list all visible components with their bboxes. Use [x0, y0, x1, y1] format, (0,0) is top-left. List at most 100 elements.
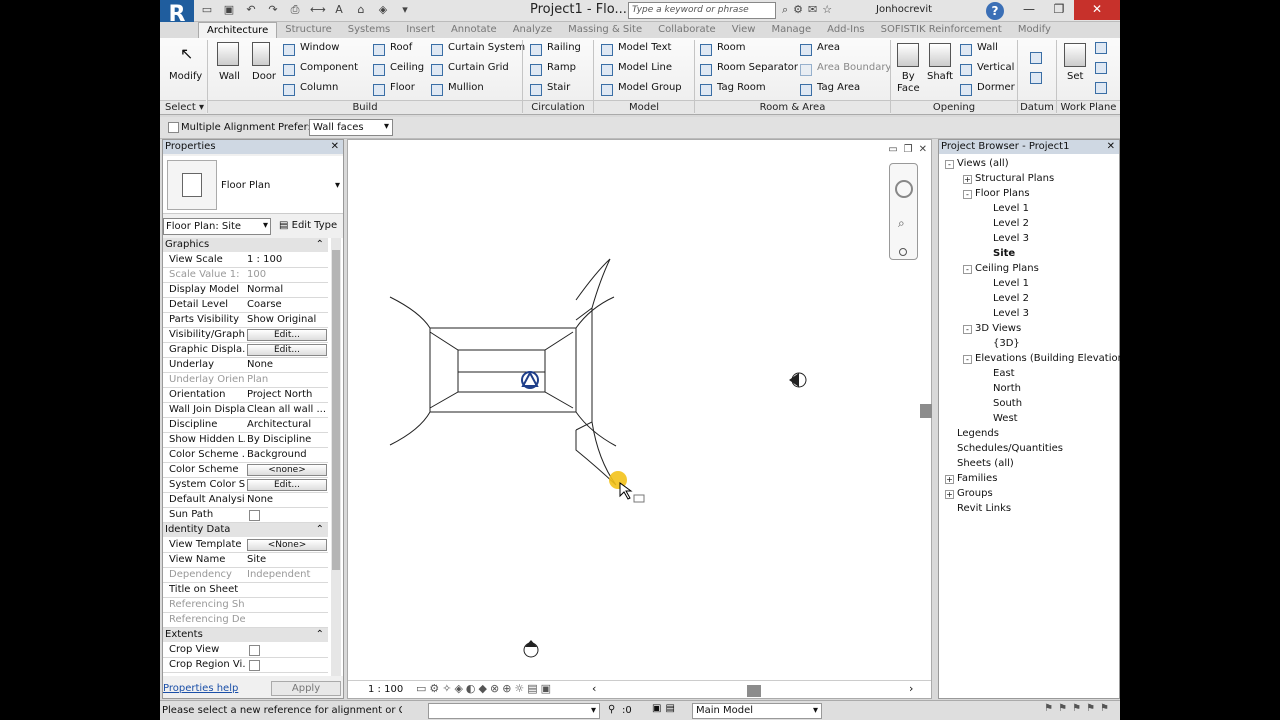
favorites-icon[interactable]: ☆ — [822, 3, 832, 17]
minimize-view-icon[interactable]: ▭ — [888, 144, 897, 155]
roof-button[interactable]: Roof — [390, 42, 412, 53]
tab-structure[interactable]: Structure — [277, 22, 340, 38]
component-button[interactable]: Component — [300, 62, 358, 73]
collapse-icon[interactable]: - — [963, 355, 972, 364]
model-group-button[interactable]: Model Group — [618, 82, 682, 93]
tab-annotate[interactable]: Annotate — [443, 22, 505, 38]
tab-modify[interactable]: Modify — [1010, 22, 1059, 38]
site-plan-drawing[interactable] — [348, 140, 933, 680]
browser-node[interactable]: Level 1 — [993, 278, 1029, 289]
view-scale[interactable]: 1 : 100 — [368, 684, 403, 695]
browser-node[interactable]: Legends — [957, 428, 999, 439]
property-row[interactable]: Underlay None — [163, 358, 328, 373]
tag-room-button[interactable]: Tag Room — [717, 82, 766, 93]
search-input[interactable]: Type a keyword or phrase — [628, 2, 776, 19]
subscription-icon[interactable]: ⚙ — [793, 3, 803, 17]
expand-icon[interactable]: + — [945, 490, 954, 499]
grid-icon[interactable] — [1030, 72, 1042, 84]
close-view-icon[interactable]: ✕ — [919, 144, 927, 155]
dormer-button[interactable]: Dormer — [977, 82, 1015, 93]
south-elevation-marker-icon[interactable] — [523, 640, 539, 658]
browser-node[interactable]: Level 1 — [993, 203, 1029, 214]
status-input[interactable]: ▾ — [428, 703, 600, 719]
model-line-button[interactable]: Model Line — [618, 62, 672, 73]
tab-view[interactable]: View — [724, 22, 764, 38]
door-icon[interactable] — [252, 42, 270, 66]
browser-node[interactable]: Level 3 — [993, 233, 1029, 244]
property-row[interactable]: Underlay Orien...Plan — [163, 373, 328, 388]
property-value[interactable]: By Discipline — [247, 434, 327, 445]
property-group-header[interactable]: Identity Data ⌃ — [163, 523, 328, 537]
expand-icon[interactable]: + — [945, 475, 954, 484]
wall-icon[interactable] — [217, 42, 239, 66]
curtain-grid-button[interactable]: Curtain Grid — [448, 62, 509, 73]
property-value[interactable]: Coarse — [247, 299, 327, 310]
property-row[interactable]: Referencing De... — [163, 613, 328, 628]
close-icon[interactable]: ✕ — [331, 140, 339, 154]
tab-collaborate[interactable]: Collaborate — [650, 22, 724, 38]
ceiling-button[interactable]: Ceiling — [390, 62, 424, 73]
east-elevation-marker-icon[interactable] — [789, 372, 807, 388]
tab-sofistik[interactable]: SOFISTIK Reinforcement — [873, 22, 1010, 38]
collapse-icon[interactable]: ⌃ — [316, 628, 324, 642]
user-name[interactable]: Jonhocrevit — [876, 4, 932, 15]
model-text-button[interactable]: Model Text — [618, 42, 671, 53]
view-control-icons[interactable]: ▭⚙✧◈◐◆⊗⊕☼▤▣ — [416, 682, 554, 695]
property-value[interactable]: Clean all wall ... — [247, 404, 327, 415]
property-row[interactable]: Crop Region Vi... — [163, 658, 328, 673]
close-icon[interactable]: ✕ — [1107, 140, 1115, 154]
tab-systems[interactable]: Systems — [340, 22, 399, 38]
property-row[interactable]: Color Scheme ... Background — [163, 448, 328, 463]
property-row[interactable]: View Name Site — [163, 553, 328, 568]
tab-architecture[interactable]: Architecture — [198, 22, 278, 38]
wall-opening-button[interactable]: Wall — [977, 42, 998, 53]
collapse-icon[interactable]: - — [963, 190, 972, 199]
scroll-right-icon[interactable]: › — [909, 682, 913, 695]
3d-view-icon[interactable]: ⌂ — [354, 3, 368, 19]
shaft-button[interactable]: Shaft — [927, 71, 953, 82]
browser-node[interactable]: Sheets (all) — [957, 458, 1014, 469]
tab-massing-site[interactable]: Massing & Site — [560, 22, 650, 38]
area-boundary-button[interactable]: Area Boundary — [817, 62, 891, 73]
property-row[interactable]: View Template <None> — [163, 538, 328, 553]
multiple-alignment-checkbox[interactable] — [168, 122, 179, 133]
dropdown-icon[interactable]: ▾ — [398, 3, 412, 19]
property-value[interactable]: Normal — [247, 284, 327, 295]
property-edit-button[interactable]: Edit... — [247, 329, 327, 341]
browser-node[interactable]: Ceiling Plans — [975, 263, 1039, 274]
binoculars-icon[interactable]: ⌕ — [782, 3, 788, 17]
property-checkbox[interactable] — [249, 510, 260, 521]
property-row[interactable]: Crop View — [163, 643, 328, 658]
property-value[interactable]: None — [247, 494, 327, 505]
browser-node[interactable]: Site — [993, 248, 1015, 259]
property-row[interactable]: Parts Visibility Show Original — [163, 313, 328, 328]
building-outline[interactable] — [389, 258, 617, 486]
property-edit-button[interactable]: <None> — [247, 539, 327, 551]
communication-icon[interactable]: ✉ — [808, 3, 817, 17]
text-icon[interactable]: A — [332, 3, 346, 19]
property-value[interactable]: 1 : 100 — [247, 254, 327, 265]
property-row[interactable]: Title on Sheet — [163, 583, 328, 598]
browser-node[interactable]: Families — [957, 473, 997, 484]
wall-button[interactable]: Wall — [219, 71, 240, 82]
browser-node[interactable]: North — [993, 383, 1021, 394]
window-button[interactable]: Window — [300, 42, 339, 53]
collapse-icon[interactable]: - — [945, 160, 954, 169]
collapse-icon[interactable]: ⌃ — [316, 238, 324, 252]
select-panel-label[interactable]: Select ▾ — [160, 100, 206, 114]
restore-button[interactable]: ❐ — [1044, 0, 1074, 20]
property-value[interactable]: Architectural — [247, 419, 327, 430]
print-icon[interactable]: ⎙ — [288, 3, 302, 19]
property-row[interactable]: Display Model Normal — [163, 283, 328, 298]
property-row[interactable]: Visibility/Graph...Edit... — [163, 328, 328, 343]
active-model-select[interactable]: Main Model ▾ — [692, 703, 822, 719]
prefer-select[interactable]: Wall faces ▾ — [309, 119, 393, 136]
railing-button[interactable]: Railing — [547, 42, 581, 53]
browser-node[interactable]: South — [993, 398, 1022, 409]
property-row[interactable]: Wall Join Display Clean all wall ... — [163, 403, 328, 418]
properties-scrollbar[interactable] — [331, 238, 341, 676]
browser-node[interactable]: Groups — [957, 488, 993, 499]
property-edit-button[interactable]: Edit... — [247, 479, 327, 491]
site-survey-point-icon[interactable] — [521, 370, 539, 389]
property-row[interactable]: Scale Value 1: 100 — [163, 268, 328, 283]
